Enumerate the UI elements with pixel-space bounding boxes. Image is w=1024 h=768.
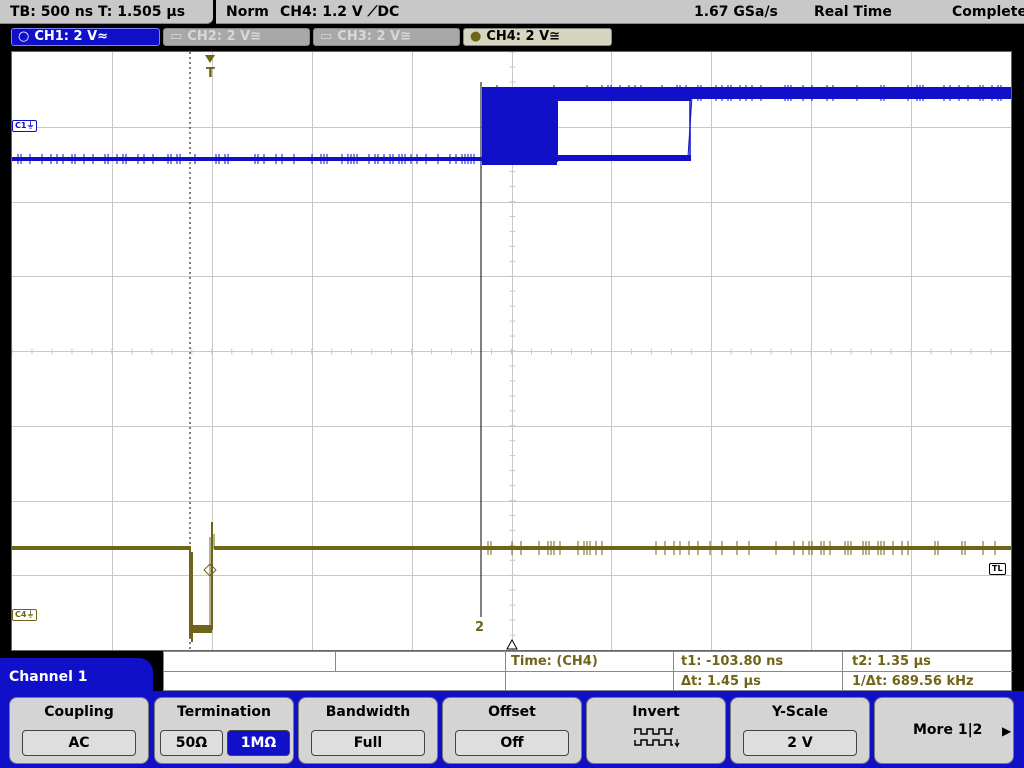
timebase-box[interactable]: TB: 500 ns T: 1.505 µs xyxy=(0,0,213,24)
divider xyxy=(335,652,336,671)
channel-1-ground-marker[interactable]: C1⏚ xyxy=(12,120,38,132)
channel-4-trace xyxy=(12,522,1011,642)
acquisition-status: Complete xyxy=(952,4,1024,20)
dc-coupling-icon: ≅ xyxy=(549,29,561,44)
channel-1-trace xyxy=(12,85,1011,165)
channel-4-tab[interactable]: ● CH4: 2 V≅ xyxy=(463,28,612,46)
channel-on-icon: ● xyxy=(470,29,482,44)
bandwidth-softkey[interactable]: Bandwidth Full xyxy=(298,697,438,764)
channel-4-scale: CH4: 2 V xyxy=(486,29,550,44)
delta-t-value: Δt: 1.45 µs xyxy=(681,674,761,689)
channel-on-icon: ○ xyxy=(18,29,30,44)
trigger-label: T xyxy=(206,66,215,81)
ac-coupling-icon: ≈ xyxy=(97,29,109,44)
divider xyxy=(673,652,674,692)
time-reference-icon xyxy=(506,638,518,650)
bandwidth-value: Full xyxy=(311,730,425,756)
termination-1-megohm-option[interactable]: 1MΩ xyxy=(227,730,290,756)
offset-softkey[interactable]: Offset Off xyxy=(442,697,582,764)
cursor-t2-value: t2: 1.35 µs xyxy=(852,654,931,669)
arrow-right-icon: ▶ xyxy=(1002,724,1012,738)
trigger-setting: CH4: 1.2 V ⟋DC xyxy=(280,4,400,20)
divider xyxy=(842,652,843,692)
measurement-source: Time: (CH4) xyxy=(511,654,598,669)
channel-off-icon: ▭ xyxy=(170,29,183,44)
menu-title: Channel 1 xyxy=(0,658,153,698)
trigger-position-readout: T: 1.505 µs xyxy=(98,4,186,20)
cursor-t1-value: t1: -103.80 ns xyxy=(681,654,784,669)
status-bar: TB: 500 ns T: 1.505 µs Norm CH4: 1.2 V ⟋… xyxy=(0,0,1024,26)
divider xyxy=(164,671,1013,672)
coupling-softkey[interactable]: Coupling AC xyxy=(9,697,149,764)
waveform-display[interactable]: T C1⏚ C4⏚ TL 2 xyxy=(11,51,1012,651)
invert-softkey[interactable]: Invert xyxy=(586,697,726,764)
y-scale-softkey[interactable]: Y-Scale 2 V xyxy=(730,697,870,764)
offset-value: Off xyxy=(455,730,569,756)
channel-3-scale: CH3: 2 V xyxy=(337,29,401,44)
trigger-marker-icon xyxy=(205,55,215,63)
softkey-label: Y-Scale xyxy=(771,704,828,720)
channel-2-scale: CH2: 2 V xyxy=(187,29,251,44)
channel-3-tab[interactable]: ▭ CH3: 2 V≅ xyxy=(313,28,460,46)
cursor-2-label: 2 xyxy=(475,620,485,635)
acquisition-mode: Real Time xyxy=(814,4,892,20)
softkey-label: Offset xyxy=(488,704,536,720)
softkey-label: Invert xyxy=(632,704,680,720)
channel-4-ground-marker[interactable]: C4⏚ xyxy=(12,609,38,621)
channel-off-icon: ▭ xyxy=(320,29,333,44)
measurement-panel: Time: (CH4) t1: -103.80 ns t2: 1.35 µs Δ… xyxy=(163,651,1013,692)
sample-rate: 1.67 GSa/s xyxy=(694,4,778,20)
trigger-mode: Norm xyxy=(226,4,269,20)
divider xyxy=(505,652,506,692)
waveform-canvas xyxy=(12,52,1011,650)
inverse-delta-t-value: 1/Δt: 689.56 kHz xyxy=(852,674,974,689)
softkey-label: Termination xyxy=(177,704,271,720)
softkey-label: Coupling xyxy=(44,704,114,720)
trigger-level-marker[interactable]: TL xyxy=(989,563,1006,575)
more-label: More 1|2 xyxy=(913,722,983,738)
y-scale-value: 2 V xyxy=(743,730,857,756)
invert-waveform-icon xyxy=(634,728,680,748)
dc-coupling-icon: ≅ xyxy=(400,29,412,44)
more-softkey[interactable]: More 1|2 ▶ xyxy=(874,697,1014,764)
coupling-value: AC xyxy=(22,730,136,756)
channel-1-scale: CH1: 2 V xyxy=(34,29,98,44)
softkey-label: Bandwidth xyxy=(325,704,411,720)
termination-50-ohm-option[interactable]: 50Ω xyxy=(160,730,223,756)
timebase-readout: TB: 500 ns xyxy=(10,4,94,20)
dc-coupling-icon: ≅ xyxy=(250,29,262,44)
channel-2-tab[interactable]: ▭ CH2: 2 V≅ xyxy=(163,28,310,46)
termination-softkey[interactable]: Termination 50Ω 1MΩ xyxy=(154,697,294,764)
acquisition-box[interactable]: Norm CH4: 1.2 V ⟋DC 1.67 GSa/s Real Time… xyxy=(216,0,1024,24)
channel-1-tab[interactable]: ○ CH1: 2 V≈ xyxy=(11,28,160,46)
